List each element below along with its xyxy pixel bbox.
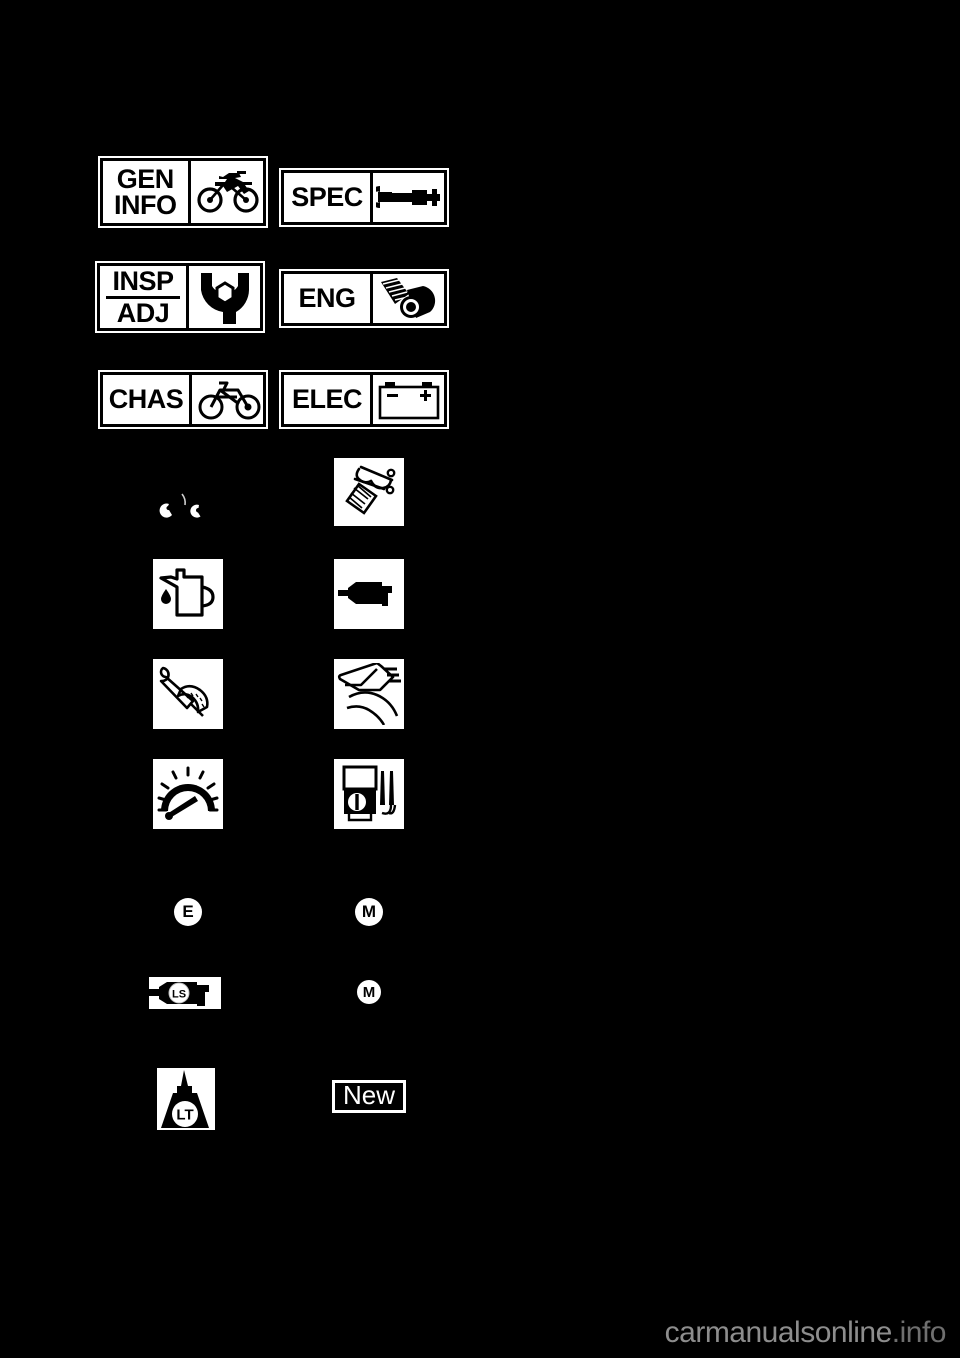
- section-tab-label-line2: ADJ: [116, 297, 170, 328]
- new-part-label: New: [342, 1080, 395, 1110]
- dirt-motorcycle-icon: [190, 161, 263, 223]
- moly-grease-badge-letter: M: [362, 983, 376, 1001]
- engine-oil-badge-letter: E: [182, 902, 194, 921]
- section-tab-label-line1: ELEC: [291, 384, 363, 415]
- section-tab-label-line2: INFO: [114, 190, 177, 220]
- new-part-badge: New: [332, 1080, 406, 1113]
- tightening-torque-icon: [155, 488, 215, 526]
- section-tab-chas[interactable]: CHAS: [98, 370, 268, 429]
- section-tab-label-line1: INSP: [112, 266, 174, 297]
- molybdenum-badge: M: [355, 898, 383, 926]
- wrench-nut-icon: [189, 266, 260, 328]
- section-tab-label-line1: GEN: [116, 163, 175, 194]
- molybdenum-badge-letter: M: [361, 902, 377, 921]
- dial-gauge-icon: [153, 759, 223, 829]
- moly-grease-badge: M: [357, 980, 381, 1004]
- locking-agent-badge: LT: [157, 1068, 215, 1130]
- section-tab-label: INSP ADJ: [100, 266, 186, 328]
- section-tab-spec[interactable]: SPEC: [279, 168, 449, 227]
- grease-tube-icon: [334, 559, 404, 629]
- battery-icon: [373, 375, 444, 424]
- section-tab-gen-info[interactable]: GEN INFO: [98, 156, 268, 228]
- section-tab-label-line1: SPEC: [291, 182, 363, 213]
- locking-agent-letter: LT: [176, 1107, 193, 1124]
- micrometer-icon: [373, 173, 444, 222]
- motorcycle-frame-icon: [192, 375, 263, 424]
- section-tab-label-line1: CHAS: [108, 384, 184, 415]
- special-tool-icon: [334, 458, 404, 526]
- vernier-caliper-icon: [334, 659, 404, 729]
- section-tab-label: GEN INFO: [103, 161, 188, 223]
- lithium-sealant-letter: LS: [172, 989, 186, 1001]
- section-tab-eng[interactable]: ENG: [279, 269, 449, 328]
- lithium-sealant-badge: LS: [149, 977, 221, 1009]
- site-watermark: carmanualsonline.info: [664, 1316, 947, 1350]
- section-tab-elec[interactable]: ELEC: [279, 370, 449, 429]
- section-tab-label: SPEC: [284, 173, 370, 222]
- section-tab-insp-adj[interactable]: INSP ADJ: [95, 261, 265, 333]
- oil-can-icon: [153, 559, 223, 629]
- multimeter-icon: [334, 759, 404, 829]
- engine-oil-badge: E: [174, 898, 202, 926]
- piston-conrod-icon: [373, 274, 444, 323]
- page-canvas: GEN INFO SPEC INSP ADJ ENG CHAS ELEC E M…: [0, 0, 960, 1358]
- section-tab-label: CHAS: [103, 375, 189, 424]
- section-tab-label-line1: ENG: [298, 283, 356, 314]
- section-tab-label: ELEC: [284, 375, 370, 424]
- section-tab-label: ENG: [284, 274, 370, 323]
- watermark-suffix: .info: [891, 1316, 947, 1349]
- watermark-text: carmanualsonline: [664, 1316, 893, 1349]
- torque-wrench-icon: [153, 659, 223, 729]
